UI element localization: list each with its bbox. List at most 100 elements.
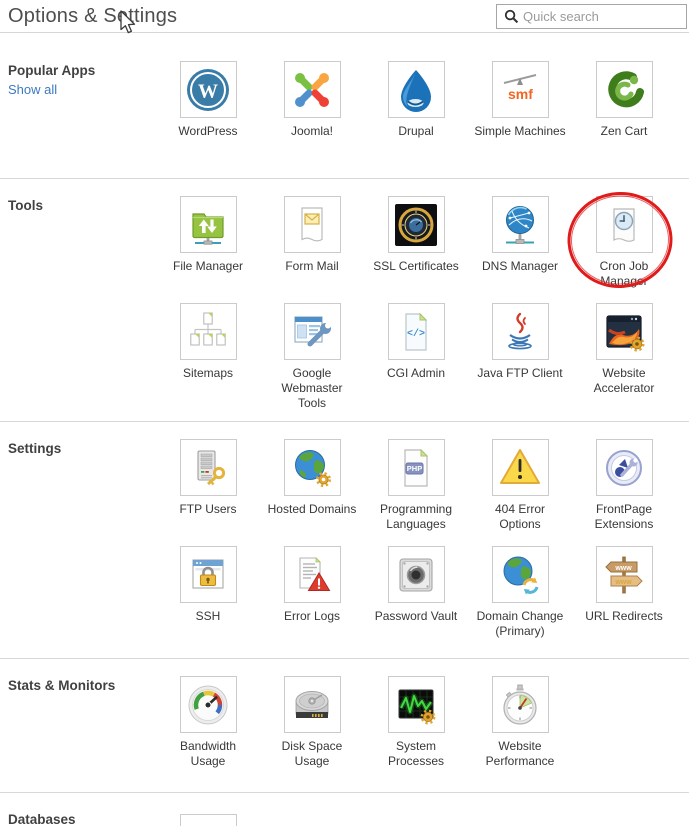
tile-joomla[interactable]: Joomla! — [260, 61, 364, 139]
tile-website-accelerator[interactable]: Website Accelerator — [572, 303, 676, 411]
quick-search-box[interactable] — [496, 4, 687, 29]
tile-label: Programming Languages — [364, 502, 468, 532]
section-title-tools: Tools — [8, 198, 156, 213]
tile-hosted-domains[interactable]: Hosted Domains — [260, 439, 364, 532]
tile-drupal[interactable]: Drupal — [364, 61, 468, 139]
tile-dns-manager[interactable]: DNS Manager — [468, 196, 572, 289]
header: Options & Settings — [0, 0, 689, 33]
tile-disk-space-usage[interactable]: Disk Space Usage — [260, 676, 364, 769]
tile-label: Google Webmaster Tools — [260, 366, 364, 411]
tile-label: SSL Certificates — [364, 259, 468, 274]
tile-label: Website Accelerator — [572, 366, 676, 396]
tile-database-partial[interactable] — [156, 810, 260, 826]
cgi-admin-icon — [392, 308, 440, 356]
tile-label: Disk Space Usage — [260, 739, 364, 769]
show-all-link[interactable]: Show all — [8, 82, 57, 97]
password-vault-icon — [392, 551, 440, 599]
tile-label: SSH — [156, 609, 260, 624]
tile-simple-machines[interactable]: Simple Machines — [468, 61, 572, 139]
website-accelerator-icon — [600, 308, 648, 356]
tile-ssl-certificates[interactable]: SSL Certificates — [364, 196, 468, 289]
tile-wordpress[interactable]: WordPress — [156, 61, 260, 139]
section-title-databases: Databases — [8, 812, 156, 826]
tile-sitemaps[interactable]: Sitemaps — [156, 303, 260, 411]
hosted-domains-icon — [288, 444, 336, 492]
tile-label: Drupal — [364, 124, 468, 139]
tile-label: 404 Error Options — [468, 502, 572, 532]
tile-label: Zen Cart — [572, 124, 676, 139]
tile-label: Simple Machines — [468, 124, 572, 139]
tile-404-error-options[interactable]: 404 Error Options — [468, 439, 572, 532]
ftp-users-icon — [184, 444, 232, 492]
tile-ftp-users[interactable]: FTP Users — [156, 439, 260, 532]
programming-languages-icon — [392, 444, 440, 492]
tile-bandwidth-usage[interactable]: Bandwidth Usage — [156, 676, 260, 769]
tile-zen-cart[interactable]: Zen Cart — [572, 61, 676, 139]
zen-cart-icon — [600, 66, 648, 114]
tile-google-webmaster-tools[interactable]: Google Webmaster Tools — [260, 303, 364, 411]
error-logs-icon — [288, 551, 336, 599]
tile-label: Bandwidth Usage — [156, 739, 260, 769]
joomla-icon — [288, 66, 336, 114]
drupal-icon — [392, 66, 440, 114]
tile-cron-job-manager[interactable]: Cron Job Manager — [572, 196, 676, 289]
tile-url-redirects[interactable]: URL Redirects — [572, 546, 676, 639]
simple-machines-icon — [496, 66, 544, 114]
dns-manager-icon — [496, 201, 544, 249]
section-databases: Databases — [0, 792, 689, 826]
tile-label: URL Redirects — [572, 609, 676, 624]
tile-frontpage-extensions[interactable]: FrontPage Extensions — [572, 439, 676, 532]
ssh-icon — [184, 551, 232, 599]
tile-label: Form Mail — [260, 259, 364, 274]
ssl-certificates-icon — [392, 201, 440, 249]
tile-form-mail[interactable]: Form Mail — [260, 196, 364, 289]
wordpress-icon — [184, 66, 232, 114]
section-stats-monitors: Stats & Monitors Bandwidth Usage Disk Sp… — [0, 658, 689, 792]
file-manager-icon — [184, 201, 232, 249]
bandwidth-usage-icon — [184, 681, 232, 729]
tile-domain-change-primary[interactable]: Domain Change (Primary) — [468, 546, 572, 639]
tile-label: File Manager — [156, 259, 260, 274]
section-title-popular-apps: Popular Apps — [8, 63, 156, 78]
url-redirects-icon — [600, 551, 648, 599]
section-settings: Settings FTP Users Hosted Domains Progra… — [0, 421, 689, 658]
page-title: Options & Settings — [8, 5, 177, 28]
tile-password-vault[interactable]: Password Vault — [364, 546, 468, 639]
tile-system-processes[interactable]: System Processes — [364, 676, 468, 769]
tile-label: Joomla! — [260, 124, 364, 139]
tile-website-performance[interactable]: Website Performance — [468, 676, 572, 769]
tile-label: WordPress — [156, 124, 260, 139]
cron-job-manager-icon — [600, 201, 648, 249]
tile-label: Error Logs — [260, 609, 364, 624]
tile-label: Sitemaps — [156, 366, 260, 381]
tile-label: Domain Change (Primary) — [468, 609, 572, 639]
frontpage-extensions-icon — [600, 444, 648, 492]
section-tools: Tools File Manager Form Mail SSL Certifi… — [0, 178, 689, 421]
disk-space-usage-icon — [288, 681, 336, 729]
tile-programming-languages[interactable]: Programming Languages — [364, 439, 468, 532]
tile-label: DNS Manager — [468, 259, 572, 274]
section-popular-apps: Popular Apps Show all WordPress Joomla! … — [0, 33, 689, 178]
tile-label: Website Performance — [468, 739, 572, 769]
search-icon — [504, 9, 519, 24]
tile-label: Password Vault — [364, 609, 468, 624]
tile-label: FTP Users — [156, 502, 260, 517]
tile-cgi-admin[interactable]: CGI Admin — [364, 303, 468, 411]
tile-label: System Processes — [364, 739, 468, 769]
tile-error-logs[interactable]: Error Logs — [260, 546, 364, 639]
database-icon — [184, 819, 232, 826]
website-performance-icon — [496, 681, 544, 729]
tile-label: Hosted Domains — [260, 502, 364, 517]
tile-file-manager[interactable]: File Manager — [156, 196, 260, 289]
domain-change-primary-icon — [496, 551, 544, 599]
system-processes-icon — [392, 681, 440, 729]
tile-java-ftp-client[interactable]: Java FTP Client — [468, 303, 572, 411]
section-title-stats-monitors: Stats & Monitors — [8, 678, 156, 693]
section-title-settings: Settings — [8, 441, 156, 456]
options-settings-panel: Options & Settings Popular Apps Show all… — [0, 0, 689, 826]
search-input[interactable] — [523, 5, 686, 28]
java-ftp-client-icon — [496, 308, 544, 356]
form-mail-icon — [288, 201, 336, 249]
tile-label: Java FTP Client — [468, 366, 572, 381]
tile-ssh[interactable]: SSH — [156, 546, 260, 639]
